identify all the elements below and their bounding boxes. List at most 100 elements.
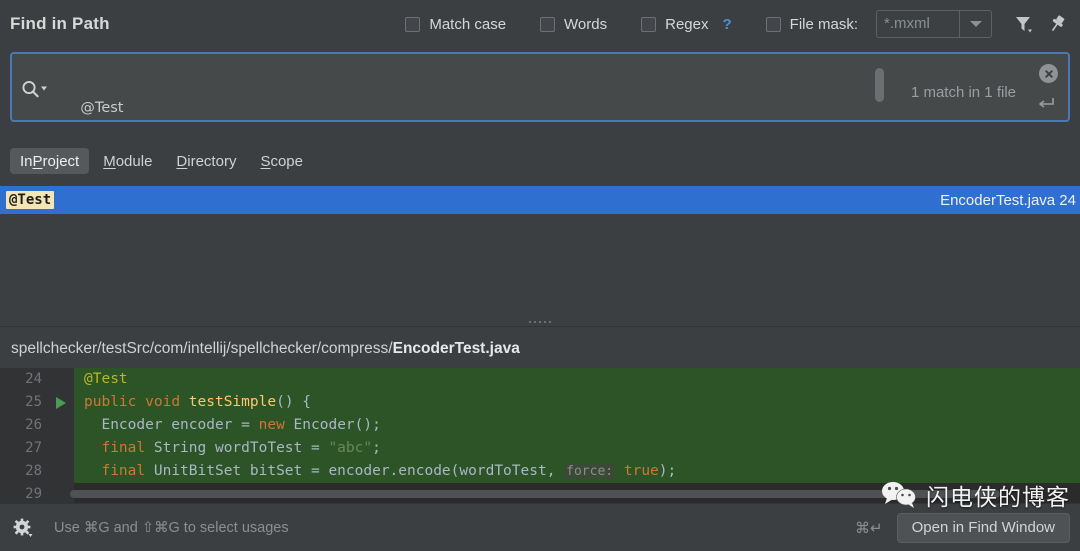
code-25-tail: () { bbox=[276, 394, 312, 410]
option-match-case[interactable]: Match case bbox=[405, 16, 506, 33]
breadcrumb-dir: spellchecker/testSrc/com/intellij/spellc… bbox=[11, 340, 393, 357]
scope-tab-scope[interactable]: Scope bbox=[250, 148, 313, 174]
gear-icon bbox=[13, 518, 33, 537]
results-list[interactable]: @Test EncoderTest.java 24 bbox=[0, 186, 1080, 318]
splitter-divider bbox=[0, 326, 1080, 327]
search-line-1: @Test bbox=[62, 100, 124, 116]
breadcrumb: spellchecker/testSrc/com/intellij/spellc… bbox=[11, 340, 520, 358]
enter-hint bbox=[1036, 95, 1056, 116]
code-28-true: true bbox=[615, 463, 659, 479]
close-icon bbox=[1044, 69, 1053, 78]
filter-button[interactable] bbox=[1006, 7, 1040, 41]
search-icon-button[interactable] bbox=[20, 78, 56, 100]
scope-directory-mnemonic: D bbox=[176, 152, 188, 170]
scope-tab-directory[interactable]: Directory bbox=[166, 148, 246, 174]
find-in-path-popup: Find in Path Match case Words Regex ? Fi… bbox=[0, 0, 1080, 551]
code-24-annotation: @Test bbox=[84, 371, 128, 387]
run-icon bbox=[56, 396, 66, 409]
match-count-label: 1 match in 1 file bbox=[910, 84, 1016, 101]
scope-scope-post: cope bbox=[270, 152, 303, 170]
gutter-26 bbox=[48, 414, 74, 437]
file-mask-checkbox[interactable] bbox=[765, 16, 781, 32]
scope-tab-in-project[interactable]: In Project bbox=[10, 148, 90, 174]
code-25-kw-void: void bbox=[145, 394, 181, 410]
code-27-string: "abc" bbox=[328, 440, 373, 456]
code-26-kw-new: new bbox=[258, 417, 285, 433]
settings-button[interactable] bbox=[6, 511, 40, 545]
gutter-27 bbox=[48, 437, 74, 460]
match-case-checkbox[interactable] bbox=[405, 16, 421, 32]
pin-icon bbox=[1051, 15, 1065, 32]
file-mask-dropdown-arrow[interactable] bbox=[959, 11, 991, 37]
code-28-mid: UnitBitSet bitSet = encoder.encode(wordT… bbox=[145, 463, 565, 479]
pin-button[interactable] bbox=[1040, 7, 1074, 41]
usage-hint-label: Use ⌘G and ⇧⌘G to select usages bbox=[54, 519, 289, 536]
scope-module-post: odule bbox=[115, 152, 153, 170]
gutter-24 bbox=[48, 368, 74, 391]
search-icon bbox=[22, 80, 47, 98]
code-horizontal-scrollbar[interactable] bbox=[70, 490, 1000, 498]
code-text-25: public void testSimple() { bbox=[74, 391, 1080, 414]
search-input[interactable]: @Test public void testSimple() { Encoder… bbox=[62, 58, 888, 118]
code-28-inlay-hint: force: bbox=[564, 464, 616, 479]
scope-scope-mnemonic: S bbox=[260, 152, 271, 170]
code-text-27: final String wordToTest = "abc"; bbox=[74, 437, 1080, 460]
code-text-26: Encoder encoder = new Encoder(); bbox=[74, 414, 1080, 437]
line-number-25: 25 bbox=[0, 391, 48, 414]
regex-checkbox[interactable] bbox=[641, 16, 657, 32]
search-scrollbar-thumb[interactable] bbox=[875, 68, 884, 102]
run-test-button[interactable] bbox=[48, 391, 74, 414]
code-line-26: 26 Encoder encoder = new Encoder(); bbox=[0, 414, 1080, 437]
line-number-29: 29 bbox=[0, 483, 48, 503]
option-words[interactable]: Words bbox=[540, 16, 607, 33]
regex-help-icon[interactable]: ? bbox=[722, 16, 731, 33]
match-case-label: Match case bbox=[429, 15, 507, 33]
splitter-grip-icon bbox=[529, 321, 551, 323]
scope-module-mnemonic: M bbox=[103, 152, 116, 170]
status-bar: Use ⌘G and ⇧⌘G to select usages ⌘↵ Open … bbox=[0, 503, 1080, 551]
result-match-text: @Test bbox=[6, 191, 55, 209]
regex-label: Regex bbox=[665, 15, 709, 33]
code-line-24: 24 @Test bbox=[0, 368, 1080, 391]
find-header: Find in Path Match case Words Regex ? Fi… bbox=[0, 0, 1080, 48]
file-mask-input[interactable]: *.mxml bbox=[877, 11, 959, 37]
code-26-decl: Encoder encoder = bbox=[101, 417, 259, 433]
option-file-mask[interactable]: File mask: *.mxml bbox=[765, 10, 992, 38]
chevron-down-icon bbox=[969, 21, 982, 27]
words-label: Words bbox=[564, 15, 608, 33]
table-row[interactable]: @Test EncoderTest.java 24 bbox=[0, 186, 1080, 214]
code-line-27: 27 final String wordToTest = "abc"; bbox=[0, 437, 1080, 460]
code-27-tail: ; bbox=[372, 440, 381, 456]
line-number-24: 24 bbox=[0, 368, 48, 391]
result-file-label: EncoderTest.java 24 bbox=[940, 191, 1076, 209]
breadcrumb-file: EncoderTest.java bbox=[392, 340, 520, 357]
scope-tab-module[interactable]: Module bbox=[93, 148, 162, 174]
file-mask-label: File mask: bbox=[789, 15, 858, 33]
search-field[interactable]: @Test public void testSimple() { Encoder… bbox=[10, 52, 1070, 122]
gutter-28 bbox=[48, 460, 74, 483]
code-25-method-name: testSimple bbox=[188, 394, 277, 410]
enter-return-icon bbox=[1039, 98, 1054, 108]
code-27-mid: String wordToTest = bbox=[145, 440, 329, 456]
open-window-shortcut: ⌘↵ bbox=[855, 518, 883, 537]
words-checkbox[interactable] bbox=[540, 16, 556, 32]
line-number-27: 27 bbox=[0, 437, 48, 460]
scope-tabs: In Project Module Directory Scope bbox=[10, 147, 313, 175]
code-line-25: 25 public void testSimple() { bbox=[0, 391, 1080, 414]
option-regex[interactable]: Regex ? bbox=[641, 16, 732, 33]
line-number-26: 26 bbox=[0, 414, 48, 437]
preview-path-bar: spellchecker/testSrc/com/intellij/spellc… bbox=[0, 330, 1080, 368]
filter-icon bbox=[1016, 17, 1032, 33]
preview-splitter[interactable] bbox=[0, 318, 1080, 326]
code-line-28: 28 final UnitBitSet bitSet = encoder.enc… bbox=[0, 460, 1080, 483]
scope-directory-post: irectory bbox=[187, 152, 237, 170]
code-text-28: final UnitBitSet bitSet = encoder.encode… bbox=[74, 460, 1080, 483]
code-preview[interactable]: 24 @Test 25 public void testSimple() { 2… bbox=[0, 368, 1080, 503]
clear-search-button[interactable] bbox=[1039, 64, 1058, 83]
open-in-find-window-button[interactable]: Open in Find Window bbox=[896, 512, 1070, 543]
page-title: Find in Path bbox=[10, 14, 110, 33]
file-mask-combobox[interactable]: *.mxml bbox=[876, 10, 992, 38]
scope-in-project-pre: In bbox=[20, 152, 33, 170]
code-text-24: @Test bbox=[74, 368, 1080, 391]
code-28-tail: ); bbox=[658, 463, 677, 479]
